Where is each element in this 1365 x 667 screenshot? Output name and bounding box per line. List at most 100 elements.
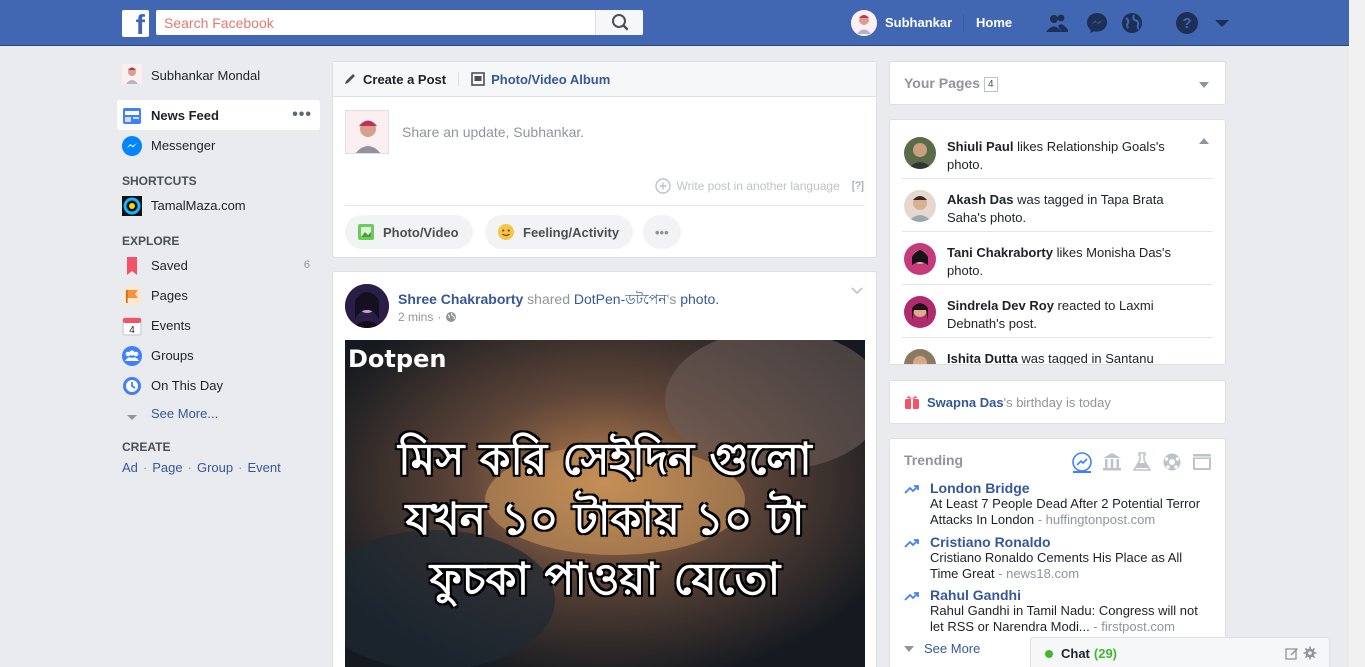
pencil-icon [345,74,355,84]
add-circle-icon [654,178,671,194]
post-time-link[interactable]: 2 mins [398,310,433,324]
sidebar-item-groups[interactable]: Groups [117,340,320,370]
post-image[interactable]: Dotpen মিস করি সেইদিন গুলো যখন ১০ টাকায়… [345,340,865,667]
trending-topic-link[interactable]: Cristiano Ronaldo [930,534,1210,550]
more-options-button[interactable]: ••• [643,215,681,249]
ticker-item[interactable]: Sindrela Dev Roy reacted to Laxmi Debnat… [902,285,1213,338]
profile-name-link[interactable]: Subhankar [885,15,952,30]
write-in-another-language[interactable]: Write post in another language [?] [654,178,864,194]
trending-see-more[interactable]: See More [904,641,980,656]
on-this-day-clock-icon [123,377,141,395]
post-composer: Create a Post Photo/Video Album Share an… [332,61,877,258]
birthday-person-link[interactable]: Swapna Das [927,395,1004,410]
ticker-text: Tani Chakraborty likes Monisha Das's pho… [947,245,1172,278]
sidebar-item-events[interactable]: 4 Events [117,310,320,340]
more-options-icon[interactable]: ••• [292,106,312,124]
home-link[interactable]: Home [976,15,1012,30]
separator: · [187,459,192,475]
separator: · [437,310,442,324]
birthday-card[interactable]: Swapna Das's birthday is today [889,380,1226,424]
see-more-link[interactable]: See More... [151,406,218,421]
trending-item[interactable]: London Bridge At Least 7 People Dead Aft… [930,480,1210,528]
new-message-icon[interactable] [1285,646,1299,660]
entertainment-icon[interactable] [1191,451,1213,473]
sidebar-item-profile[interactable]: Subhankar Mondal [117,60,320,90]
sidebar-item-tamalmaza[interactable]: TamalMaza.com [117,190,320,220]
create-group-link[interactable]: Group [197,460,233,475]
chat-online-count: (29) [1093,646,1118,661]
trending-topic-link[interactable]: Rahul Gandhi [930,587,1210,603]
ticker-item[interactable]: Ishita Dutta was tagged in Santanu [902,338,1213,365]
create-page-link[interactable]: Page [152,460,182,475]
public-globe-icon[interactable] [445,311,457,323]
create-ad-link[interactable]: Ad [122,460,138,475]
sidebar-see-more[interactable]: See More... [117,400,320,426]
post-options-chevron-down-icon[interactable] [850,286,864,296]
friend-requests-icon[interactable] [1045,11,1069,35]
trending-arrow-icon [904,485,919,494]
ticker-item[interactable]: Tani Chakraborty likes Monisha Das's pho… [902,232,1213,285]
gift-icon [905,396,919,409]
chat-bar[interactable]: Chat (29) [1030,637,1330,667]
left-navigation: Subhankar Mondal News Feed ••• Messenger… [117,60,320,478]
account-menu-chevron-down-icon[interactable] [1212,11,1236,35]
sidebar-item-news-feed[interactable]: News Feed ••• [117,100,320,130]
tab-create-post[interactable]: Create a Post [343,72,446,87]
messenger-icon[interactable] [1085,11,1109,35]
ticker-item[interactable]: Akash Das was tagged in Tapa Brata Saha'… [902,179,1213,232]
trending-item[interactable]: Rahul Gandhi Rahul Gandhi in Tamil Nadu:… [930,587,1210,635]
sidebar-item-pages[interactable]: Pages [117,280,320,310]
avatar[interactable] [345,284,389,328]
avatar [345,110,389,154]
chevron-down-icon [127,415,137,420]
sidebar-item-on-this-day[interactable]: On This Day [117,370,320,400]
help-icon[interactable]: ? [1175,11,1199,35]
search-button[interactable] [595,10,643,35]
see-more-link[interactable]: See More [924,641,980,656]
trending-source: - news18.com [994,566,1080,581]
notifications-globe-icon[interactable] [1120,11,1144,35]
gear-icon[interactable] [1303,646,1317,660]
sidebar-item-saved[interactable]: Saved 6 [117,250,320,280]
sports-ball-icon[interactable] [1161,451,1183,473]
avatar [904,137,936,169]
profile-avatar[interactable] [851,10,877,36]
your-pages-card[interactable]: Your Pages 4 [889,61,1226,105]
help-link[interactable]: [?] [852,180,864,192]
ticker-text: Ishita Dutta was tagged in Santanu [947,351,1154,365]
search-icon [612,14,629,31]
divider [963,14,964,32]
composer-input[interactable]: Share an update, Subhankar. [402,124,584,140]
divider [458,72,460,86]
calendar-icon: 4 [122,317,142,336]
photo-icon [358,224,374,240]
sidebar-item-messenger[interactable]: Messenger [117,130,320,160]
collapse-chevron-up-icon[interactable] [1199,138,1209,144]
smiley-icon [498,224,514,240]
photo-link[interactable]: photo. [680,291,719,307]
divider [345,205,864,206]
politics-icon[interactable] [1101,451,1123,473]
post-author-link[interactable]: Shree Chakraborty [398,291,523,307]
photo-video-button[interactable]: Photo/Video [345,215,473,249]
scrollbar[interactable] [1349,0,1365,667]
shared-page-link[interactable]: DotPen-ডটপেন [574,291,667,307]
search-input[interactable] [156,10,591,35]
online-status-dot [1045,649,1053,658]
button-label: Feeling/Activity [523,224,620,240]
trending-item[interactable]: Cristiano Ronaldo Cristiano Ronaldo Ceme… [930,534,1210,582]
ticker-text: Shiuli Paul likes Relationship Goals's p… [947,139,1165,172]
ticker-text: Sindrela Dev Roy reacted to Laxmi Debnat… [947,298,1154,331]
chevron-down-icon[interactable] [1199,82,1209,88]
tab-photo-video-album[interactable]: Photo/Video Album [471,72,610,87]
ticker-item[interactable]: Shiuli Paul likes Relationship Goals's p… [902,126,1213,179]
sidebar-item-label: Events [151,317,191,333]
your-pages-header: Your Pages 4 [904,75,998,93]
activity-ticker: Shiuli Paul likes Relationship Goals's p… [889,119,1226,365]
facebook-logo[interactable]: f [122,10,149,37]
create-event-link[interactable]: Event [247,460,280,475]
trending-topic-link[interactable]: London Bridge [930,480,1210,496]
feeling-activity-button[interactable]: Feeling/Activity [485,215,634,249]
science-flask-icon[interactable] [1131,451,1153,473]
top-trending-icon[interactable] [1071,451,1093,473]
